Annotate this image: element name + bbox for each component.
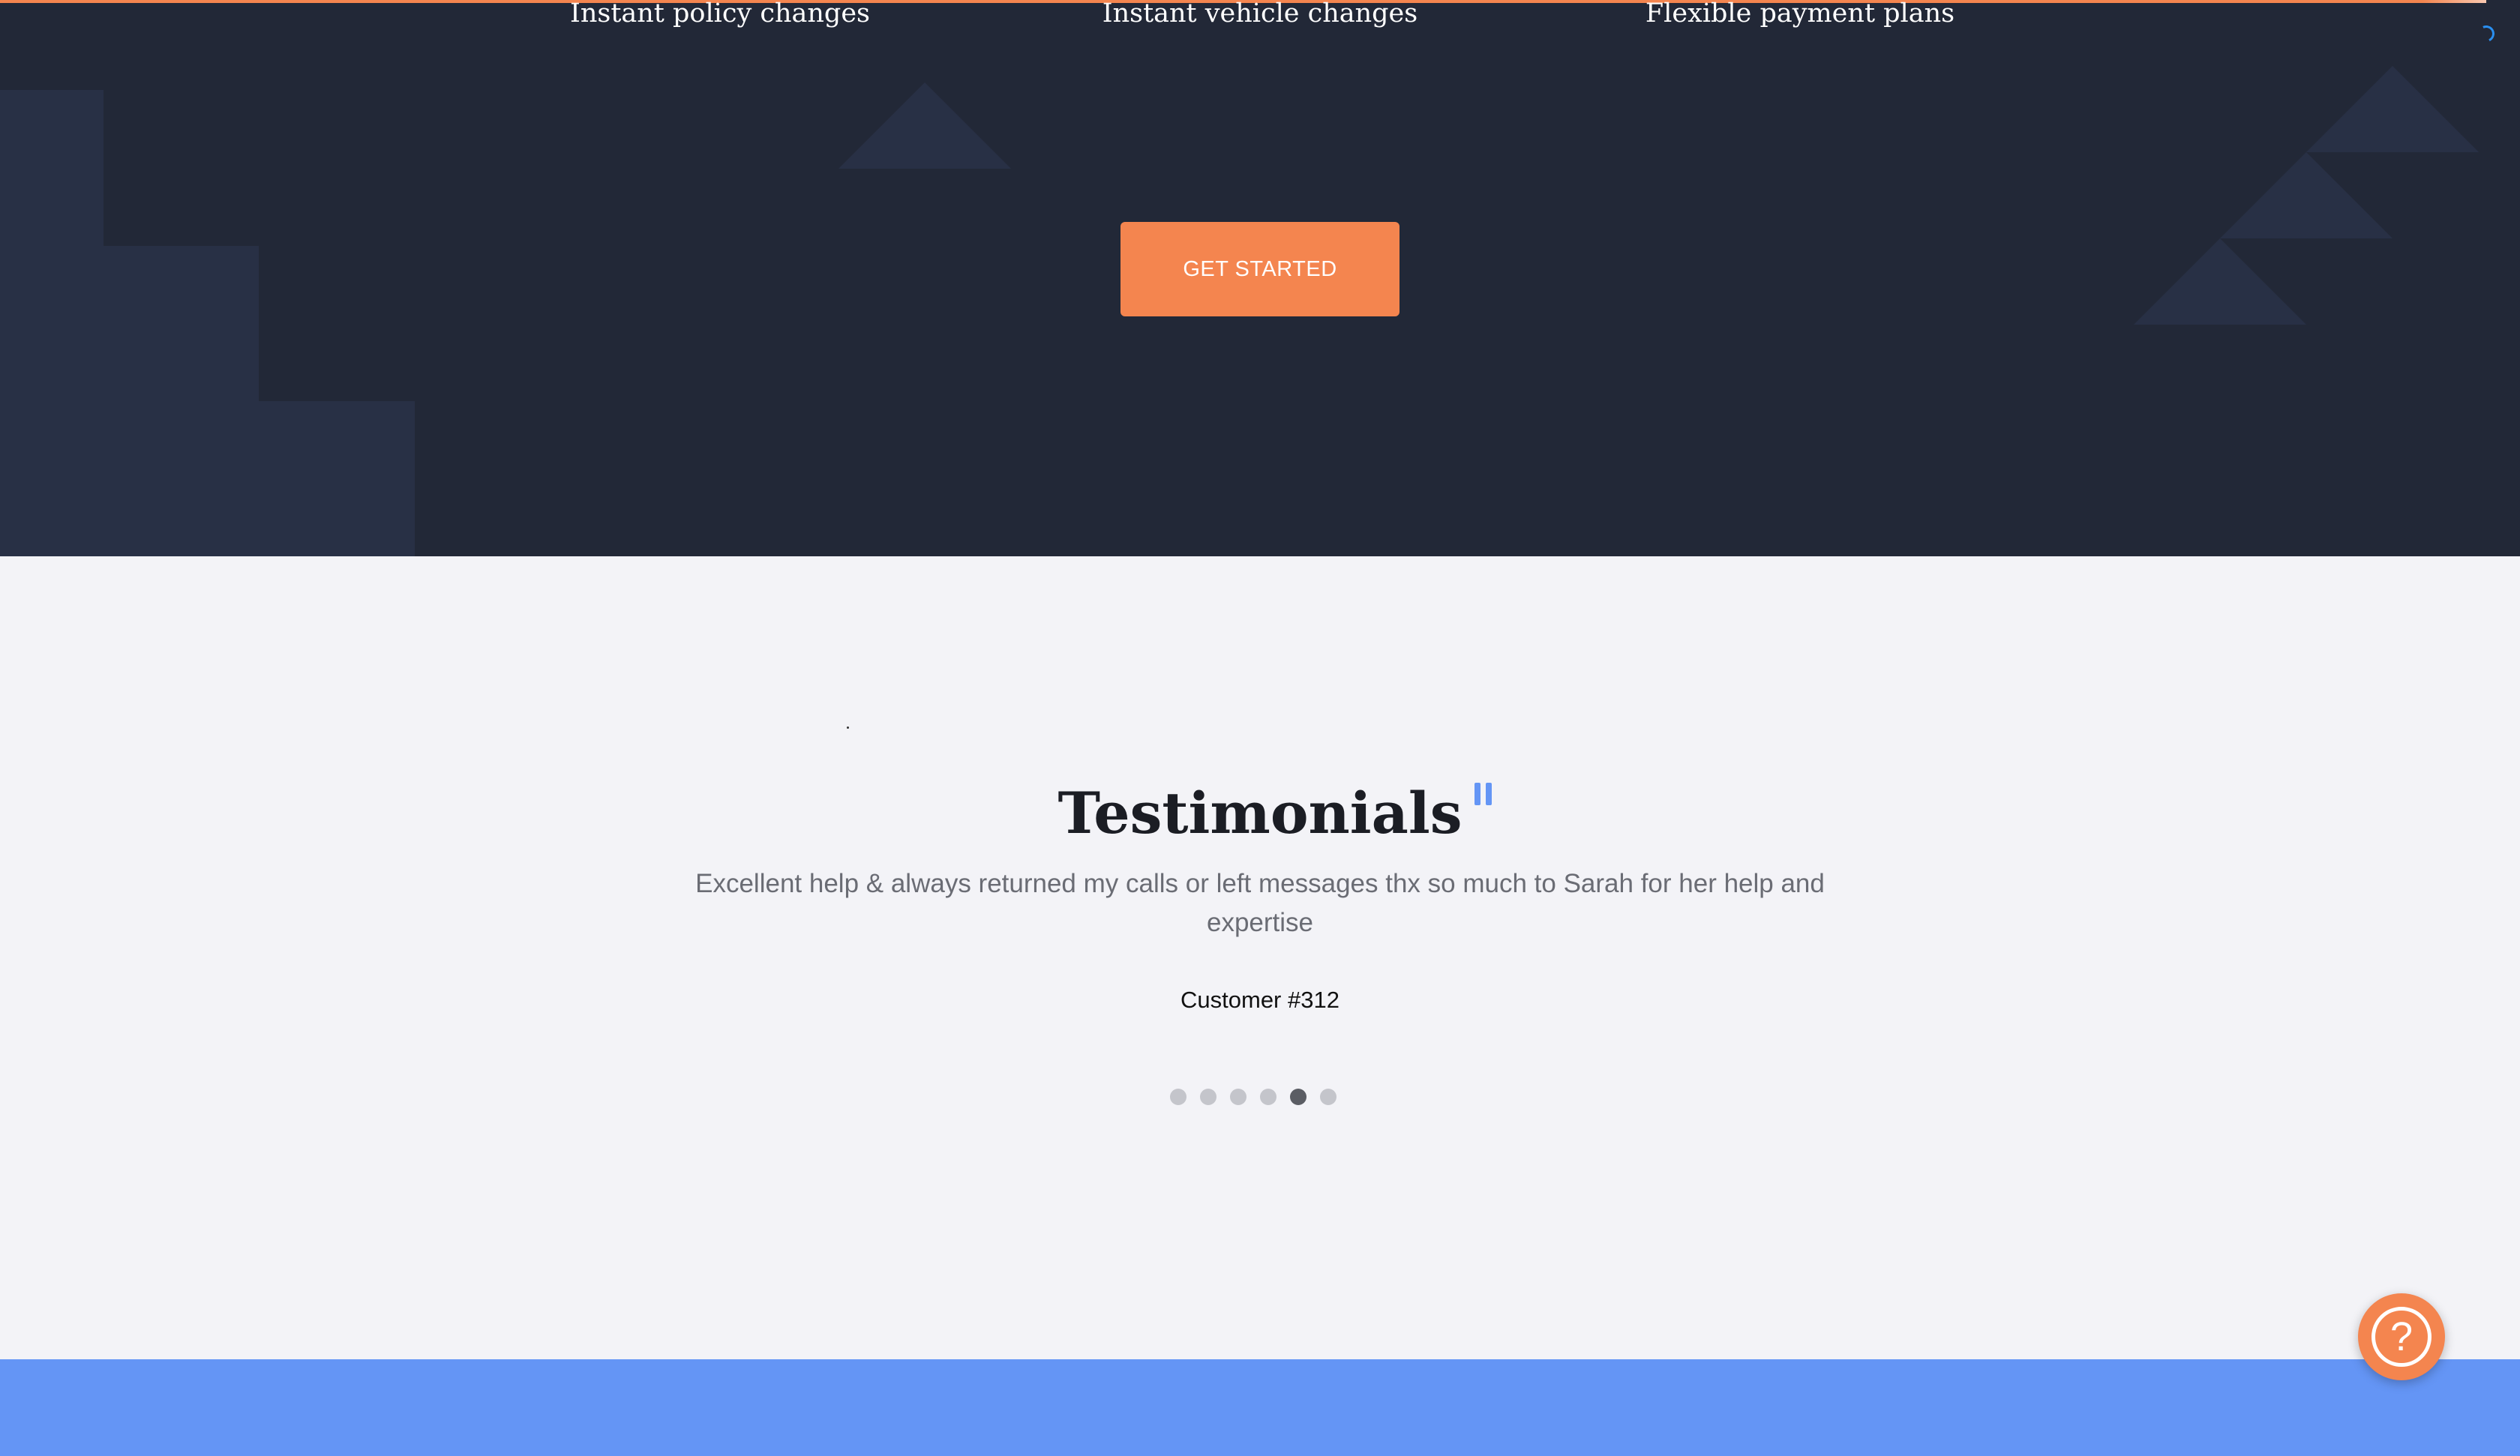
section-title: Testimonials (1058, 780, 1462, 846)
decorative-dot (847, 727, 849, 729)
testimonials-section (0, 556, 2520, 1359)
decorative-triangle (2306, 66, 2479, 152)
testimonials-heading: Testimonials (0, 772, 2520, 855)
carousel-dot-3[interactable] (1230, 1089, 1246, 1105)
feature-instant-policy-changes: Instant policy changes (570, 0, 870, 28)
testimonial-quote: Excellent help & always returned my call… (695, 869, 1825, 937)
page-loading-bar-glow (2422, 0, 2486, 3)
carousel-dot-1[interactable] (1170, 1089, 1186, 1105)
carousel-dot-4[interactable] (1260, 1089, 1276, 1105)
carousel-dot-5-active[interactable] (1290, 1089, 1306, 1105)
decorative-step-shape (104, 246, 259, 556)
section-title-wrapper: Testimonials (1058, 772, 1492, 855)
decorative-step-shape (259, 401, 415, 556)
footer-band (0, 1359, 2520, 1456)
carousel-dot-2[interactable] (1200, 1089, 1216, 1105)
decorative-triangle (838, 82, 1011, 169)
loading-spinner-icon (2475, 22, 2498, 45)
decorative-triangle (2220, 152, 2392, 238)
carousel-dot-6[interactable] (1320, 1089, 1336, 1105)
get-started-button[interactable]: GET STARTED (1120, 222, 1400, 316)
carousel-pagination (1170, 1089, 1336, 1107)
help-button[interactable]: ? (2358, 1293, 2445, 1380)
question-circle-icon: ? (2372, 1307, 2432, 1367)
quote-mark-icon (1474, 783, 1494, 807)
decorative-triangle (2134, 238, 2306, 325)
feature-flexible-payment-plans: Flexible payment plans (1645, 0, 1955, 28)
decorative-step-shape (0, 90, 104, 556)
feature-instant-vehicle-changes: Instant vehicle changes (1102, 0, 1418, 28)
testimonial-author: Customer #312 (1180, 987, 1340, 1013)
hero-section: Instant policy changes Instant vehicle c… (0, 0, 2520, 556)
